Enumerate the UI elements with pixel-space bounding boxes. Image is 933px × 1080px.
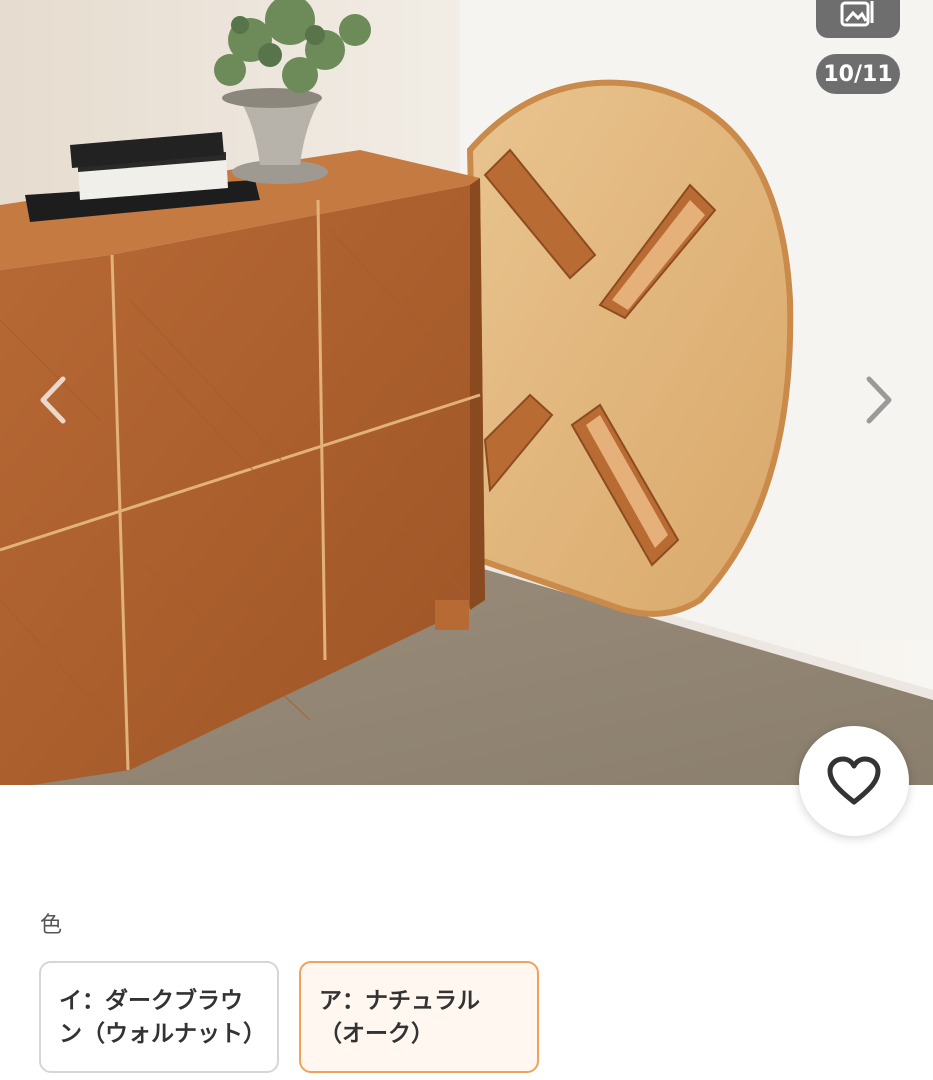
previous-image-button[interactable] (28, 365, 78, 435)
like-button[interactable] (799, 726, 909, 836)
image-viewer[interactable]: 10/11 (0, 0, 933, 785)
product-photo (0, 0, 933, 785)
color-option-dark-brown[interactable]: イ：ダークブラウン（ウォルナット） (39, 961, 279, 1073)
color-option-label: イ：ダークブラウン（ウォルナット） (59, 988, 259, 1047)
image-counter: 10/11 (816, 54, 900, 94)
gallery-image-icon[interactable] (816, 0, 900, 38)
chevron-left-icon (40, 376, 66, 424)
color-option-label: ア：ナチュラル（オーク） (319, 988, 480, 1047)
image-stack-icon (840, 1, 874, 27)
heart-outline-icon (827, 756, 881, 805)
color-option-natural[interactable]: ア：ナチュラル（オーク） (299, 961, 539, 1073)
color-section-label: 色 (40, 913, 63, 938)
chevron-right-icon (866, 376, 892, 424)
next-image-button[interactable] (854, 365, 904, 435)
